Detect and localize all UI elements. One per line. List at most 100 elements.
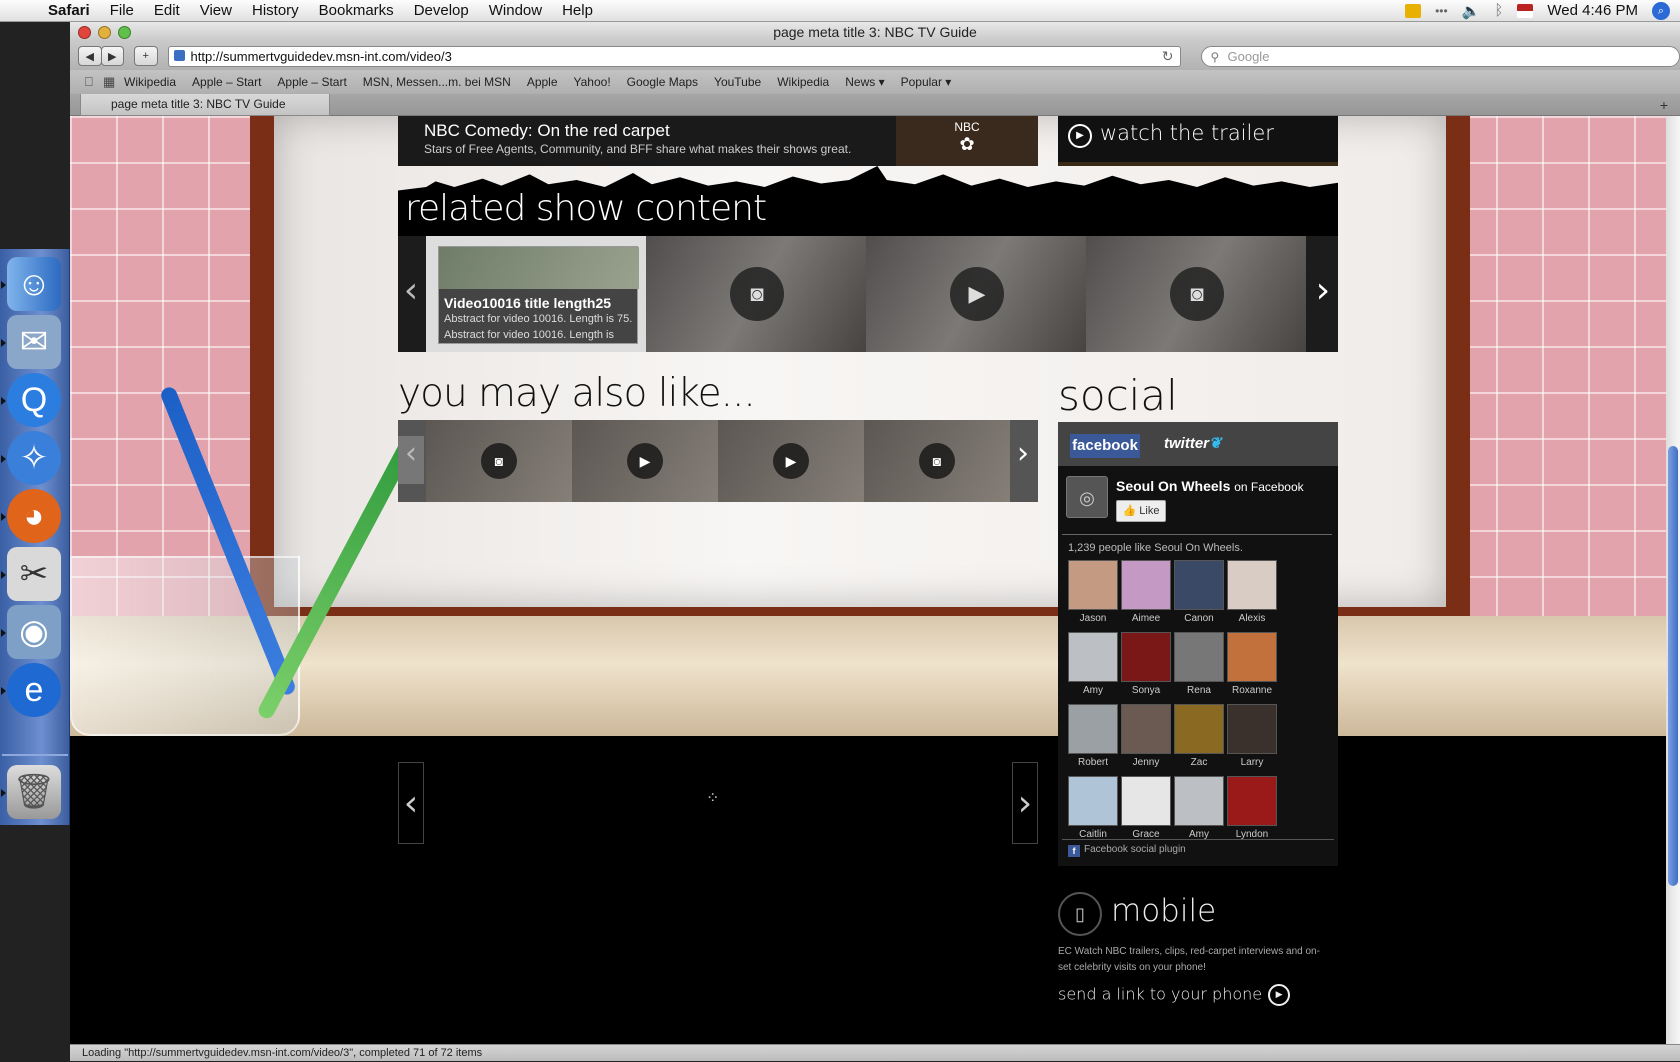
scrollbar-thumb[interactable]: [1668, 446, 1678, 886]
forward-button[interactable]: ▶: [101, 46, 125, 66]
tab-facebook[interactable]: facebook: [1070, 434, 1140, 458]
thumbs-up-icon: 👍: [1123, 505, 1137, 517]
spotlight-icon[interactable]: ⌕: [1652, 2, 1670, 20]
fan-avatar[interactable]: Rena: [1174, 632, 1224, 700]
reading-list-icon[interactable]: ⎕: [80, 74, 98, 90]
fan-avatar[interactable]: Amy: [1174, 776, 1224, 844]
internet-explorer-icon[interactable]: e: [7, 663, 61, 717]
menu-bookmarks[interactable]: Bookmarks: [309, 2, 404, 19]
flag-icon[interactable]: [1517, 4, 1533, 18]
fan-avatar[interactable]: Jenny: [1121, 704, 1171, 772]
iphoto-icon[interactable]: ◉: [7, 605, 61, 659]
facebook-page-name[interactable]: Seoul On Wheels on Facebook: [1116, 478, 1304, 494]
send-link-button[interactable]: send a link to your phone▶: [1058, 984, 1290, 1006]
twitter-bird-icon: ❦: [1209, 435, 1222, 452]
fan-avatar[interactable]: Robert: [1068, 704, 1118, 772]
menu-file[interactable]: File: [100, 2, 144, 19]
close-button[interactable]: [78, 26, 91, 39]
menu-window[interactable]: Window: [479, 2, 552, 19]
finder-icon[interactable]: ☺: [7, 257, 61, 311]
carousel-next-arrow[interactable]: ›: [1310, 270, 1336, 318]
bookmark-item[interactable]: Google Maps: [619, 75, 706, 89]
carousel-item[interactable]: ▶: [866, 236, 1086, 352]
volume-icon[interactable]: 🔈: [1462, 2, 1481, 20]
bookmark-folder-popular[interactable]: Popular ▾: [893, 75, 960, 89]
vertical-scrollbar[interactable]: [1666, 116, 1680, 1044]
ymal-item[interactable]: ▶: [718, 420, 864, 502]
ymal-prev-arrow[interactable]: ‹: [398, 436, 424, 484]
fan-avatar[interactable]: Larry: [1227, 704, 1277, 772]
fan-avatar[interactable]: Aimee: [1121, 560, 1171, 628]
avatar: [1121, 632, 1171, 682]
player-next-arrow[interactable]: ›: [1012, 762, 1038, 844]
dock: ☺ ✉ Q ✧ ◕ ✂ ◉ e 🗑: [0, 249, 70, 825]
bookmark-item[interactable]: Apple – Start: [184, 75, 269, 89]
bookmark-item[interactable]: MSN, Messen...m. bei MSN: [355, 75, 519, 89]
carousel-item[interactable]: ◙: [1086, 236, 1306, 352]
menu-develop[interactable]: Develop: [404, 2, 479, 19]
ymal-item[interactable]: ◙: [426, 420, 572, 502]
ymal-item[interactable]: ◙: [864, 420, 1010, 502]
video-player[interactable]: ‹ ⁘ ›: [398, 762, 1038, 844]
bookmark-item[interactable]: YouTube: [706, 75, 769, 89]
quicktime-icon[interactable]: Q: [7, 373, 61, 427]
trash-icon[interactable]: 🗑: [7, 765, 61, 819]
search-placeholder: Google: [1228, 49, 1270, 64]
fan-avatar[interactable]: Canon: [1174, 560, 1224, 628]
fan-avatar[interactable]: Lyndon: [1227, 776, 1277, 844]
back-button[interactable]: ◀: [78, 46, 102, 66]
fan-avatar[interactable]: Caitlin: [1068, 776, 1118, 844]
fan-avatar[interactable]: Sonya: [1121, 632, 1171, 700]
fan-avatar[interactable]: Grace: [1121, 776, 1171, 844]
bookmark-folder-news[interactable]: News ▾: [837, 75, 892, 89]
menu-edit[interactable]: Edit: [144, 2, 190, 19]
menu-history[interactable]: History: [242, 2, 309, 19]
address-bar[interactable]: http://summertvguidedev.msn-int.com/vide…: [168, 46, 1181, 67]
top-sites-icon[interactable]: ▦: [98, 74, 116, 90]
page-logo[interactable]: ◎: [1066, 476, 1108, 518]
avatar: [1174, 704, 1224, 754]
firefox-icon[interactable]: ◕: [7, 489, 61, 543]
bookmark-item[interactable]: Wikipedia: [116, 75, 184, 89]
menu-view[interactable]: View: [190, 2, 242, 19]
ymal-next-arrow[interactable]: ›: [1010, 436, 1036, 484]
like-button[interactable]: 👍 Like: [1116, 500, 1166, 522]
carousel-prev-arrow[interactable]: ‹: [398, 270, 424, 318]
reload-icon[interactable]: ↻: [1162, 47, 1174, 66]
browser-tab[interactable]: page meta title 3: NBC TV Guide: [80, 94, 330, 116]
fan-avatar[interactable]: Jason: [1068, 560, 1118, 628]
warning-icon[interactable]: [1405, 4, 1421, 18]
scissors-icon[interactable]: ✂: [7, 547, 61, 601]
minimize-button[interactable]: [98, 26, 111, 39]
facebook-plugin-footer[interactable]: f Facebook social plugin: [1062, 839, 1334, 859]
ymal-item[interactable]: ▶: [572, 420, 718, 502]
clock[interactable]: Wed 4:46 PM: [1547, 2, 1638, 19]
carousel-item[interactable]: ◙: [646, 236, 866, 352]
zoom-button[interactable]: [118, 26, 131, 39]
you-may-also-like-title: you may also like...: [398, 371, 755, 416]
video-hover-card[interactable]: Video10016 title length25 Abstract for v…: [438, 246, 638, 344]
fan-name: Roxanne: [1227, 685, 1277, 696]
fan-avatar[interactable]: Roxanne: [1227, 632, 1277, 700]
activity-icon[interactable]: •••: [1435, 4, 1448, 18]
watch-trailer-button[interactable]: ▶ watch the trailer: [1058, 116, 1338, 166]
player-prev-arrow[interactable]: ‹: [398, 762, 424, 844]
safari-icon[interactable]: ✧: [7, 431, 61, 485]
bluetooth-icon[interactable]: ᛒ: [1494, 2, 1503, 19]
search-field[interactable]: ⚲ Google: [1201, 46, 1680, 67]
bookmark-item[interactable]: Apple: [519, 75, 566, 89]
bookmark-item[interactable]: Apple – Start: [269, 75, 354, 89]
promo-banner[interactable]: NBC Comedy: On the red carpet Stars of F…: [398, 116, 1038, 166]
tab-twitter[interactable]: twitter❦: [1164, 434, 1222, 452]
menu-safari[interactable]: Safari: [38, 2, 100, 19]
fan-name: Amy: [1068, 685, 1118, 696]
bookmark-item[interactable]: Wikipedia: [769, 75, 837, 89]
fan-avatar[interactable]: Amy: [1068, 632, 1118, 700]
bookmark-item[interactable]: Yahoo!: [566, 75, 619, 89]
add-bookmark-button[interactable]: +: [134, 46, 158, 66]
menu-help[interactable]: Help: [552, 2, 603, 19]
new-tab-button[interactable]: +: [1660, 97, 1668, 113]
mail-icon[interactable]: ✉: [7, 315, 61, 369]
fan-avatar[interactable]: Alexis: [1227, 560, 1277, 628]
fan-avatar[interactable]: Zac: [1174, 704, 1224, 772]
